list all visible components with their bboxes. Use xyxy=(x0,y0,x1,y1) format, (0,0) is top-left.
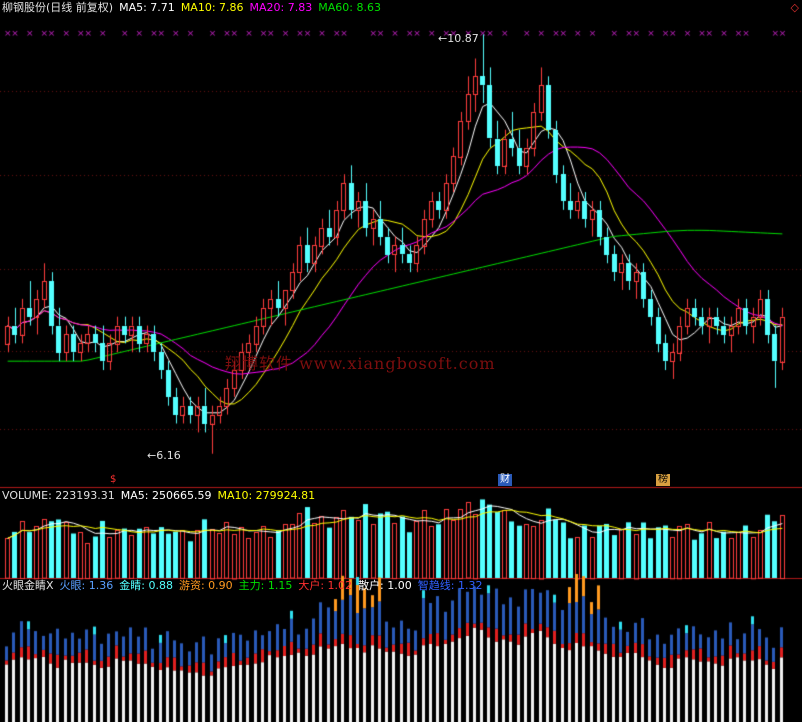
indicator-panel-header: 火眼金睛X 火眼: 1.36 金睛: 0.88 游资: 0.90 主力: 1.15 大户:… xyxy=(2,579,488,593)
volume-readout: VOLUME: 223193.31 xyxy=(2,489,115,502)
huoyan-readout: 火眼: 1.36 xyxy=(59,579,114,592)
zhuli-readout: 主力: 1.15 xyxy=(238,579,293,592)
stock-name: 柳钢股份(日线 前复权) xyxy=(2,1,114,14)
zhiduxian-readout: 智趋线: 1.32 xyxy=(417,579,483,592)
ma20-readout: MA20: 7.83 xyxy=(249,1,313,14)
marker-bang[interactable]: 榜 xyxy=(656,474,670,486)
volume-ma5-readout: MA5: 250665.59 xyxy=(120,489,212,502)
ma60-readout: MA60: 8.63 xyxy=(318,1,381,14)
high-value: 10.87 xyxy=(447,32,479,45)
indicator-name: 火眼金睛X xyxy=(2,579,54,592)
jinjing-readout: 金睛: 0.88 xyxy=(119,579,173,592)
dahu-readout: 大户: 1.02 xyxy=(298,579,353,592)
price-panel-header: 柳钢股份(日线 前复权) MA5: 7.71 MA10: 7.86 MA20: 7.8… xyxy=(2,1,387,15)
volume-panel-header: VOLUME: 223193.31 MA5: 250665.59 MA10: 279… xyxy=(2,489,321,503)
marker-cai[interactable]: 财 xyxy=(498,474,512,486)
marker-s[interactable]: $ xyxy=(108,474,118,486)
sanhu-readout: 散户: 1.00 xyxy=(358,579,412,592)
youzi-readout: 游资: 0.90 xyxy=(178,579,233,592)
ma10-readout: MA10: 7.86 xyxy=(180,1,244,14)
volume-ma10-readout: MA10: 279924.81 xyxy=(217,489,316,502)
low-annotation: ←6.16 xyxy=(147,449,181,462)
watermark: 翔博软件 www.xiangbosoft.com xyxy=(225,354,496,373)
low-value: 6.16 xyxy=(156,449,181,462)
diamond-icon[interactable]: ◇ xyxy=(791,1,799,14)
high-annotation: ←10.87 xyxy=(438,32,479,45)
ma5-readout: MA5: 7.71 xyxy=(119,1,175,14)
